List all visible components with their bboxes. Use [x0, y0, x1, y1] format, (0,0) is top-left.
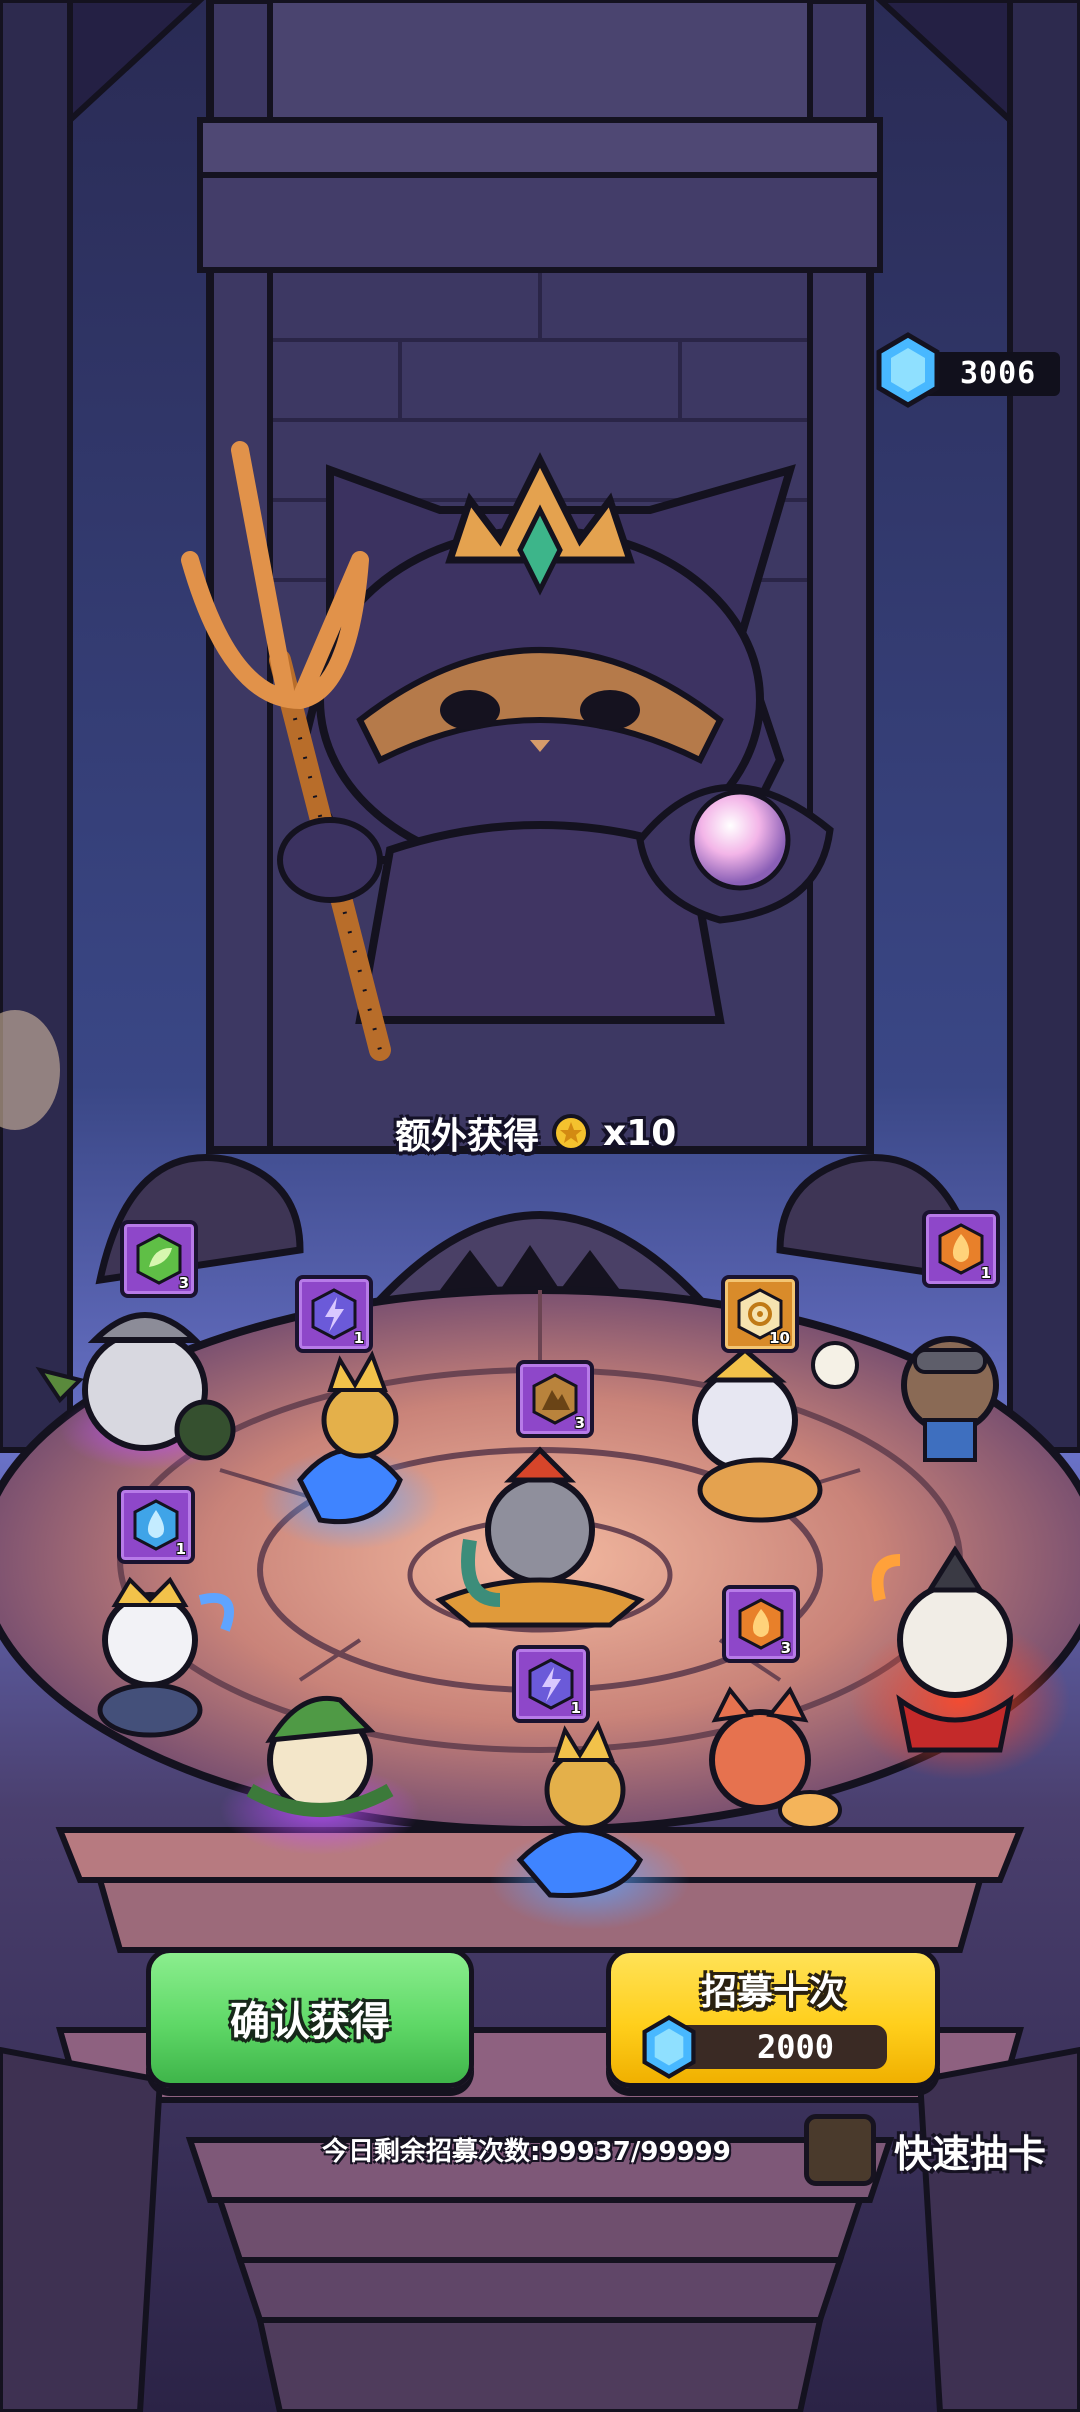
item-qty: 3 — [178, 1274, 189, 1292]
item-qty: 1 — [980, 1264, 991, 1282]
brown-earth-gem-icon — [532, 1373, 578, 1425]
recruit-cost-value: 2000 — [757, 2028, 835, 2066]
purple-lightning-gem-icon — [528, 1658, 574, 1710]
bonus-reward: 额外获得 x10 — [395, 1108, 676, 1158]
blue-water-gem-icon — [133, 1499, 179, 1551]
item-earth-gem[interactable]: 3 — [516, 1360, 594, 1438]
item-qty: 3 — [574, 1414, 585, 1432]
confirm-button-label: 确认获得 — [230, 1999, 390, 2045]
recruit-cost: 2000 — [642, 2015, 887, 2079]
bonus-amount: x10 — [603, 1112, 677, 1154]
item-qty: 1 — [175, 1540, 186, 1558]
item-water-gem[interactable]: 1 — [117, 1486, 195, 1564]
blue-gem-icon — [642, 2015, 696, 2079]
purple-lightning-gem-icon — [311, 1288, 357, 1340]
item-qty: 1 — [570, 1699, 581, 1717]
green-leaf-gem-icon — [136, 1233, 182, 1285]
item-nature-gem[interactable]: 3 — [120, 1220, 198, 1298]
gold-coin-icon — [552, 1114, 591, 1152]
quick-draw-label: 快速抽卡 — [894, 2131, 1047, 2176]
remaining-recruits-text: 今日剩余招募次数:99937/99999 — [322, 2137, 731, 2167]
gem-count: 3006 — [960, 356, 1037, 391]
item-lightning-gem[interactable]: 1 — [512, 1645, 590, 1723]
item-qty: 3 — [780, 1639, 791, 1657]
item-fire-gem[interactable]: 1 — [922, 1210, 1000, 1288]
item-lightning-gem[interactable]: 1 — [295, 1275, 373, 1353]
recruit-ten-button[interactable]: 招募十次 2000 — [606, 1948, 940, 2088]
item-qty: 10 — [769, 1329, 790, 1347]
quick-draw-checkbox[interactable] — [804, 2114, 876, 2186]
fire-gem-icon — [738, 1598, 784, 1650]
gem-currency-display: 3006 — [875, 332, 1060, 412]
item-qty: 1 — [353, 1329, 364, 1347]
recruit-button-label: 招募十次 — [700, 1972, 845, 2013]
quick-draw-toggle[interactable]: 快速抽卡 — [804, 2114, 1046, 2186]
confirm-button[interactable]: 确认获得 — [146, 1948, 474, 2088]
fire-gem-icon — [938, 1223, 984, 1275]
bonus-label: 额外获得 — [395, 1116, 540, 1157]
item-fire-gem[interactable]: 3 — [722, 1585, 800, 1663]
item-golden-rune[interactable]: 10 — [721, 1275, 799, 1353]
blue-gem-icon — [876, 332, 940, 408]
